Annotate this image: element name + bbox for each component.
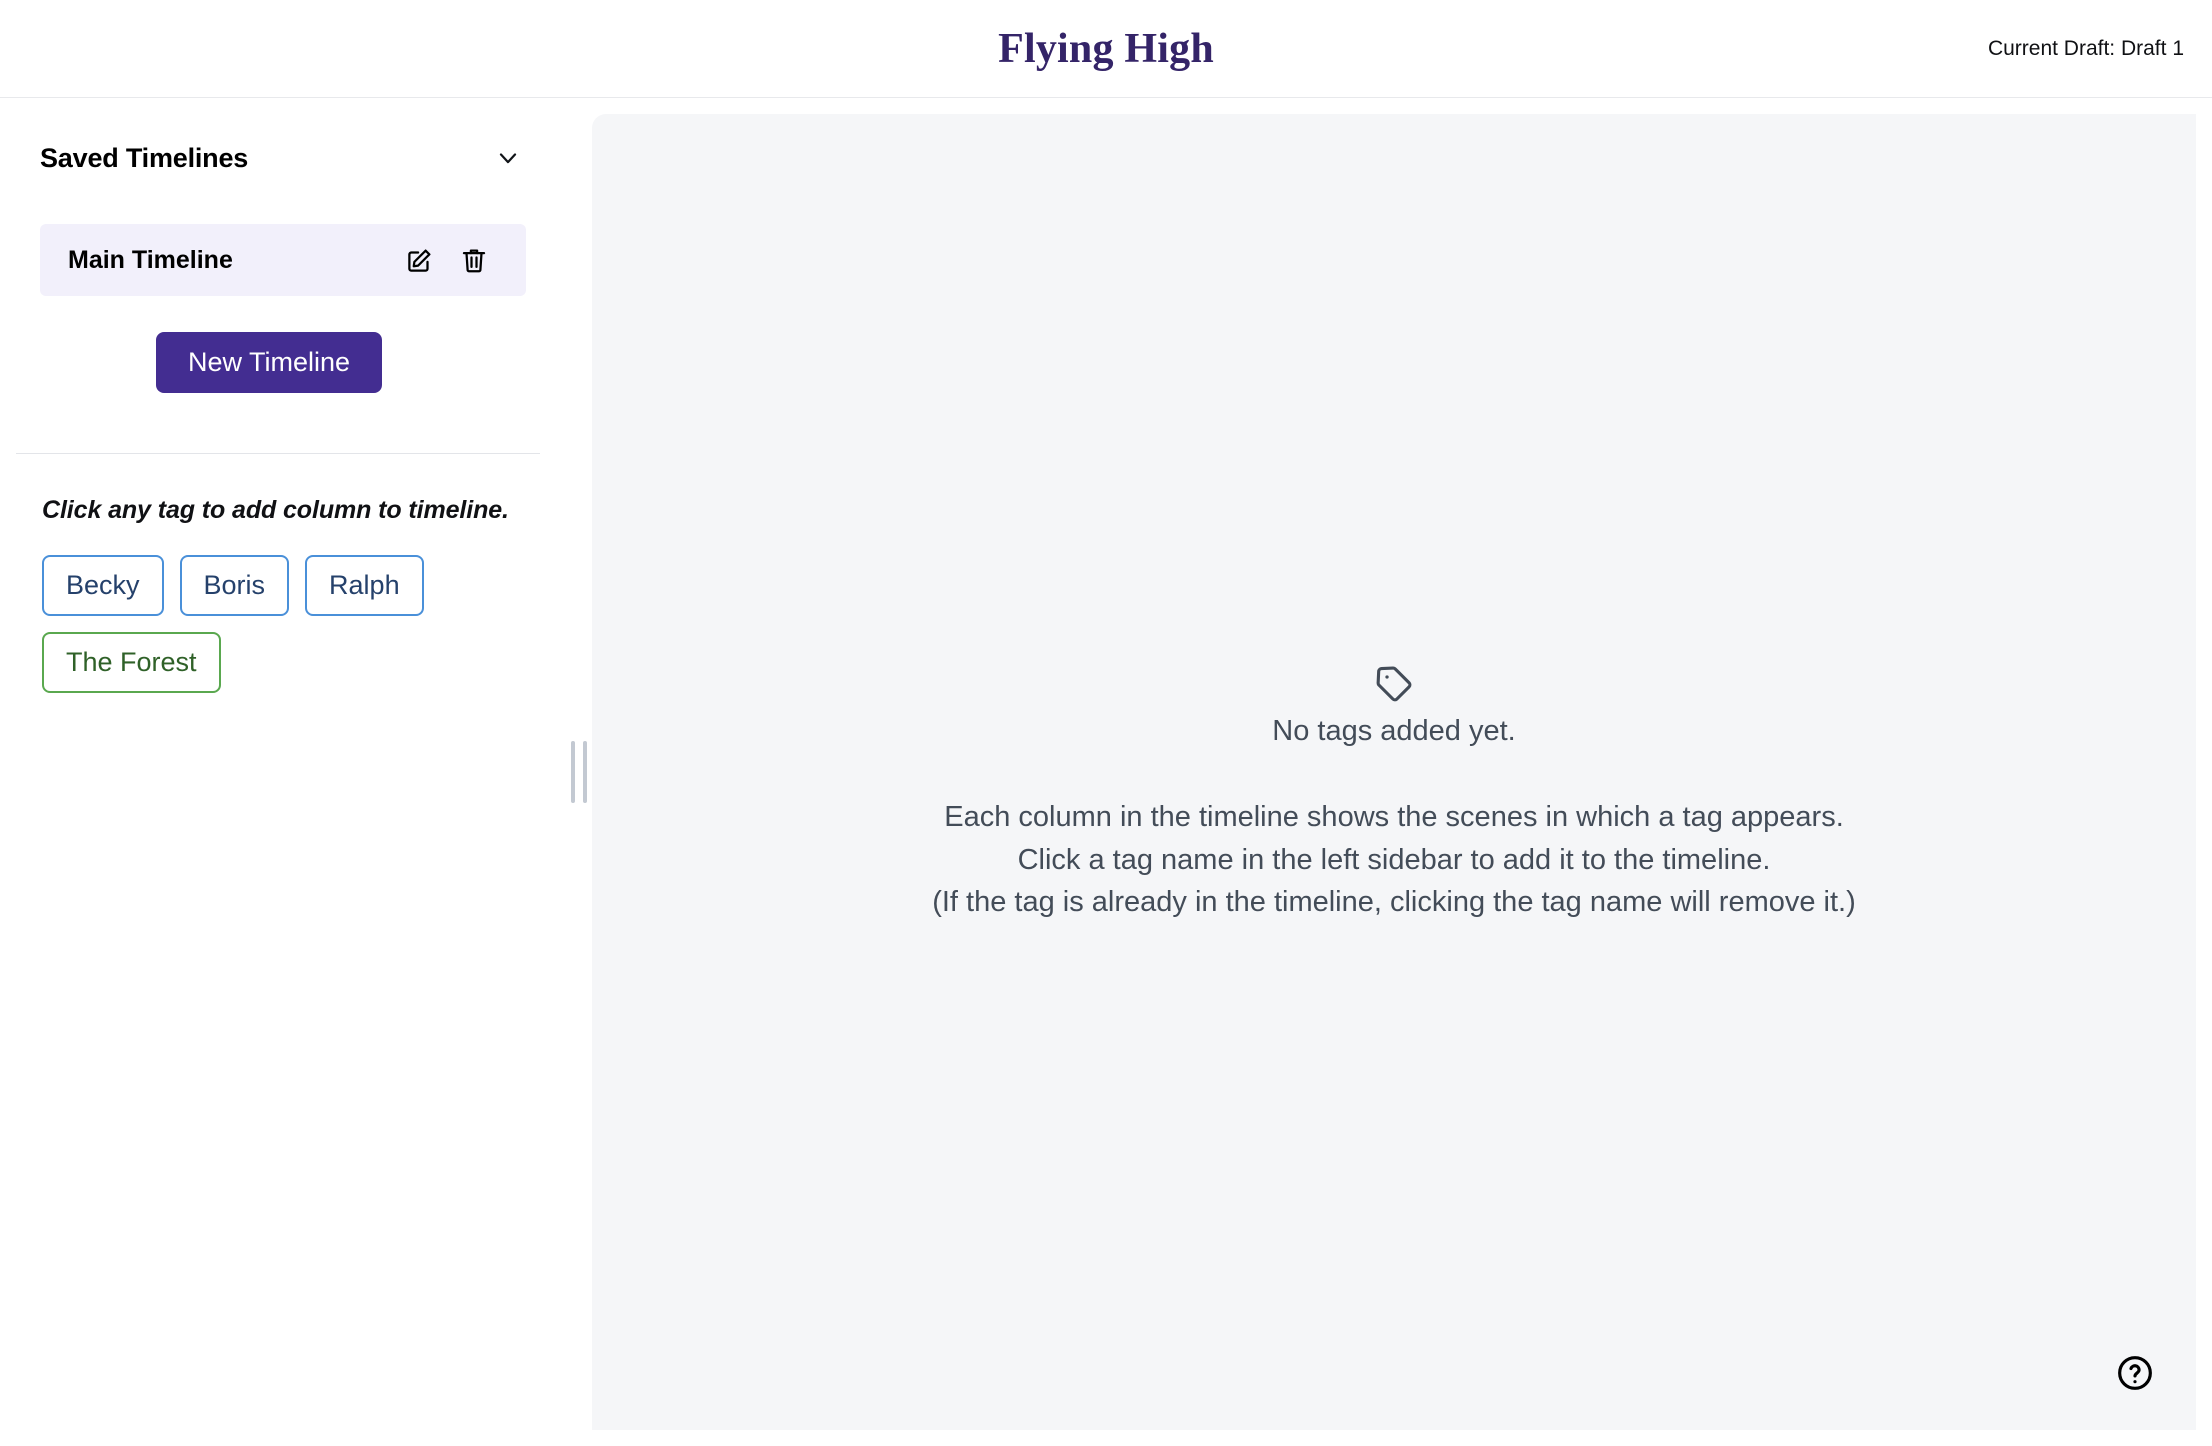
saved-timelines-header: Saved Timelines [0, 98, 566, 178]
chevron-down-icon[interactable] [488, 138, 528, 178]
timeline-panel: No tags added yet. Each column in the ti… [592, 114, 2196, 1430]
new-timeline-button-wrap: New Timeline [0, 332, 566, 394]
tag-chip-boris[interactable]: Boris [179, 555, 290, 617]
empty-state-description: Each column in the timeline shows the sc… [592, 796, 2196, 924]
tag-chip-becky[interactable]: Becky [42, 555, 164, 617]
question-circle-icon[interactable] [2112, 1350, 2158, 1396]
empty-state-line-3: (If the tag is already in the timeline, … [932, 886, 1856, 919]
new-timeline-button[interactable]: New Timeline [155, 332, 383, 394]
page-title: Flying High [998, 25, 1214, 72]
timeline-list-item-main[interactable]: Main Timeline [40, 224, 526, 296]
tag-chip-list: Becky Boris Ralph The Forest [0, 525, 530, 694]
tag-chip-ralph[interactable]: Ralph [305, 555, 424, 617]
trash-icon[interactable] [452, 238, 496, 282]
tag-icon [592, 662, 2196, 711]
empty-state: No tags added yet. Each column in the ti… [592, 662, 2196, 924]
tag-hint-text: Click any tag to add column to timeline. [42, 496, 509, 525]
timeline-name: Main Timeline [68, 245, 233, 274]
current-draft-status: Current Draft: Draft 1 [1987, 36, 2184, 60]
sidebar-resize-handle[interactable] [566, 98, 592, 1446]
resize-grip-bar [583, 741, 587, 803]
app-header: Flying High Current Draft: Draft 1 [0, 0, 2212, 98]
timeline-list: Main Timeline [0, 224, 566, 296]
empty-state-title: No tags added yet. [1272, 715, 1516, 747]
empty-state-line-2: Click a tag name in the left sidebar to … [1017, 843, 1771, 876]
app-body: Saved Timelines Main Timeline New Timeli… [0, 98, 2212, 1446]
tag-chip-the-forest[interactable]: The Forest [42, 632, 221, 694]
resize-grip-bar [571, 741, 575, 803]
empty-state-line-1: Each column in the timeline shows the sc… [944, 801, 1844, 833]
edit-pencil-icon[interactable] [398, 238, 442, 282]
saved-timelines-title: Saved Timelines [40, 142, 249, 173]
sidebar: Saved Timelines Main Timeline New Timeli… [0, 98, 566, 1446]
